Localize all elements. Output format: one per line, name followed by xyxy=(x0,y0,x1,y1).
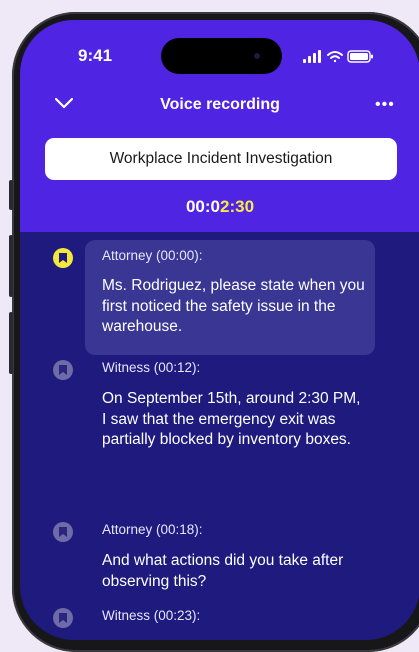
mute-switch xyxy=(9,180,13,210)
transcript-text: On September 15th, around 2:30 PM, I saw… xyxy=(102,390,361,448)
speaker-label: Witness (00:12): xyxy=(102,360,201,375)
page-title: Voice recording xyxy=(160,96,280,113)
bookmark-icon[interactable] xyxy=(53,360,73,380)
speaker-label: Attorney (00:18): xyxy=(102,522,203,537)
nav-bar: Voice recording ••• xyxy=(20,92,419,120)
recording-timer: 00:02:30 xyxy=(20,197,419,217)
dynamic-island xyxy=(161,38,282,74)
bookmark-icon[interactable] xyxy=(53,522,73,542)
bookmark-icon[interactable] xyxy=(53,608,73,628)
status-icons xyxy=(303,50,375,69)
wifi-icon xyxy=(327,51,343,63)
volume-up-button xyxy=(9,235,13,297)
battery-icon xyxy=(347,50,373,63)
more-options-icon[interactable]: ••• xyxy=(375,96,395,114)
transcript-text: And what actions did you take after obse… xyxy=(102,552,344,590)
signal-icon xyxy=(303,50,321,63)
phone-screen: 9:41 Voice recording ••• Workplace Incid… xyxy=(20,20,419,640)
speaker-label: Witness (00:23): xyxy=(102,608,201,623)
recording-title-field[interactable]: Workplace Incident Investigation xyxy=(45,138,397,180)
timer-highlight: 2:30 xyxy=(220,197,255,216)
volume-down-button xyxy=(9,312,13,374)
transcript-text: Ms. Rodriguez, please state when you fir… xyxy=(102,277,365,335)
timer-prefix: 00:0 xyxy=(185,197,220,216)
speaker-label: Attorney (00:00): xyxy=(102,248,203,263)
bookmark-icon[interactable] xyxy=(53,248,73,268)
status-time: 9:41 xyxy=(78,46,113,65)
